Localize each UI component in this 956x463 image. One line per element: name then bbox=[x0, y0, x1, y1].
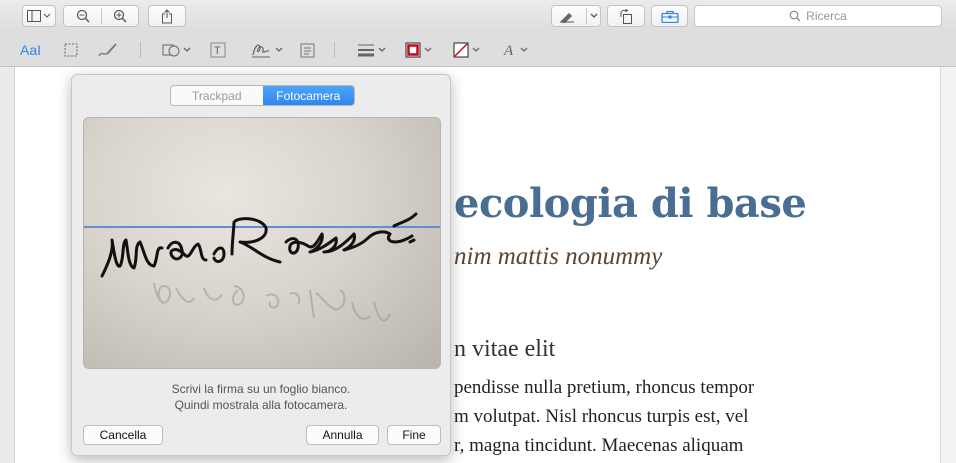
tab-camera[interactable]: Fotocamera bbox=[262, 86, 354, 105]
separator bbox=[334, 42, 335, 58]
markup-toolbar-button[interactable] bbox=[651, 5, 688, 27]
signature-popover: Trackpad Fotocamera Scrivi la firma su u… bbox=[71, 74, 451, 456]
toolbox-icon bbox=[660, 10, 679, 23]
zoom-in-icon bbox=[113, 9, 126, 23]
sidebar-icon bbox=[27, 10, 51, 22]
text-selection-icon: AaI bbox=[20, 42, 41, 58]
sign-tool[interactable] bbox=[250, 40, 283, 60]
capture-mode-control: Trackpad Fotocamera bbox=[170, 85, 355, 106]
text-selection-tool[interactable]: AaI bbox=[20, 40, 46, 60]
document-title: ecologia di base bbox=[454, 180, 807, 227]
signature-icon bbox=[252, 44, 270, 58]
font-icon: A bbox=[503, 43, 514, 58]
share-button[interactable] bbox=[148, 5, 186, 27]
signature-ink bbox=[100, 212, 418, 278]
chevron-down-icon bbox=[183, 47, 191, 52]
rect-selection-icon bbox=[64, 43, 78, 57]
text-box-icon: T bbox=[210, 42, 226, 58]
paragraph-line: m volutpat. Nisl rhoncus turpis est, vel bbox=[454, 406, 749, 427]
divider bbox=[586, 8, 587, 24]
search-field[interactable]: Ricerca bbox=[694, 5, 942, 27]
sketch-icon bbox=[98, 43, 117, 57]
rotate-icon bbox=[620, 8, 632, 24]
zoom-out-button[interactable] bbox=[64, 9, 101, 23]
signature-hint: Scrivi la firma su un foglio bianco. Qui… bbox=[72, 381, 450, 413]
divider bbox=[101, 8, 102, 24]
sketch-tool[interactable] bbox=[98, 40, 118, 60]
zoom-in-button[interactable] bbox=[101, 9, 138, 23]
chevron-down-icon bbox=[590, 13, 598, 18]
clear-button[interactable]: Cancella bbox=[83, 425, 163, 445]
paragraph-line: pendisse nulla pretium, rhoncus tempor bbox=[454, 377, 755, 398]
main-toolbar: Ricerca bbox=[0, 0, 956, 34]
svg-text:A: A bbox=[503, 43, 514, 58]
paragraph-line: r, magna tincidunt. Maecenas aliquam bbox=[454, 435, 744, 456]
note-icon bbox=[300, 43, 315, 57]
sidebar-view-button[interactable] bbox=[22, 5, 56, 27]
chevron-down-icon bbox=[472, 47, 480, 52]
document-subtitle: nim mattis nonummy bbox=[454, 243, 663, 270]
tab-trackpad[interactable]: Trackpad bbox=[171, 86, 263, 105]
svg-text:T: T bbox=[214, 45, 221, 57]
note-tool[interactable] bbox=[300, 40, 315, 60]
scrollbar[interactable] bbox=[940, 67, 956, 463]
highlight-button[interactable] bbox=[551, 5, 601, 27]
document-heading: n vitae elit bbox=[454, 336, 556, 362]
chevron-down-icon bbox=[520, 47, 528, 52]
rect-selection-tool[interactable] bbox=[64, 40, 78, 60]
rotate-button[interactable] bbox=[607, 5, 645, 27]
svg-text:AaI: AaI bbox=[20, 42, 41, 58]
shapes-tool[interactable] bbox=[162, 40, 191, 60]
text-style-tool[interactable]: A bbox=[503, 40, 528, 60]
cancel-button[interactable]: Annulla bbox=[306, 425, 379, 445]
zoom-segment bbox=[63, 5, 139, 27]
done-button[interactable]: Fine bbox=[387, 425, 441, 445]
hint-line: Scrivi la firma su un foglio bianco. bbox=[171, 382, 351, 396]
chevron-down-icon bbox=[378, 47, 386, 52]
zoom-out-icon bbox=[76, 9, 89, 23]
search-icon bbox=[789, 10, 801, 22]
separator bbox=[140, 42, 141, 58]
shapes-icon bbox=[162, 44, 180, 57]
text-tool[interactable]: T bbox=[210, 40, 226, 60]
shape-style-tool[interactable] bbox=[357, 40, 386, 60]
border-color-tool[interactable] bbox=[405, 40, 432, 60]
no-fill-icon bbox=[453, 42, 469, 58]
border-color-icon bbox=[405, 42, 421, 58]
share-icon bbox=[162, 8, 172, 23]
highlighter-icon bbox=[560, 13, 574, 23]
fill-color-tool[interactable] bbox=[453, 40, 480, 60]
chevron-down-icon bbox=[275, 47, 283, 52]
search-placeholder: Ricerca bbox=[806, 9, 847, 23]
hint-line: Quindi mostrala alla fotocamera. bbox=[174, 398, 348, 412]
chevron-down-icon bbox=[424, 47, 432, 52]
camera-preview bbox=[83, 117, 441, 369]
line-style-icon bbox=[358, 44, 374, 57]
